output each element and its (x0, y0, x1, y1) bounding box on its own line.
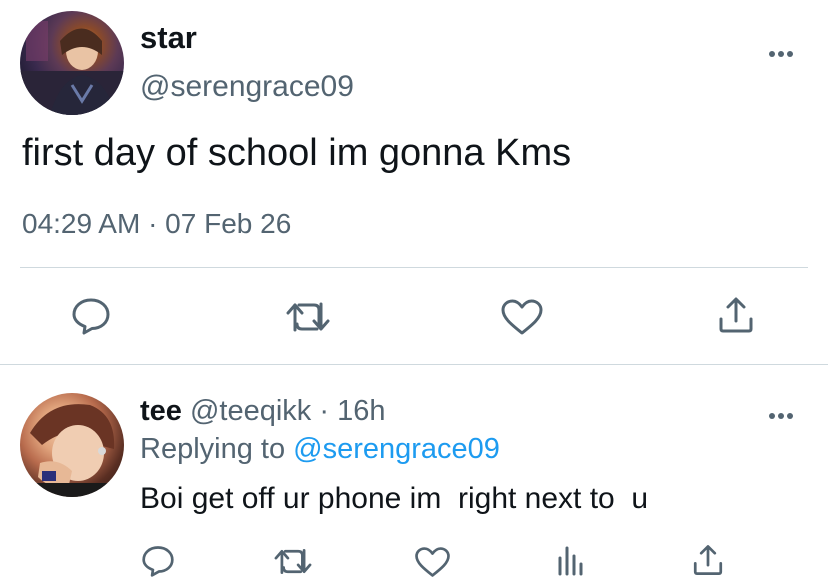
more-icon[interactable] (768, 38, 794, 64)
avatar-image (20, 21, 124, 115)
avatar-image (20, 404, 124, 497)
like-icon (501, 299, 543, 335)
like-icon (415, 547, 450, 577)
tweet-text: first day of school im gonna Kms (22, 132, 572, 174)
retweet-icon (286, 302, 330, 332)
reply-display-name[interactable]: tee (140, 395, 182, 427)
replying-to: Replying to @serengrace09 (140, 433, 500, 466)
like-button[interactable] (500, 298, 544, 336)
replying-prefix: Replying to (140, 433, 286, 465)
user-handle[interactable]: @serengrace09 (140, 70, 354, 104)
reply-button[interactable] (141, 545, 175, 577)
share-icon (693, 545, 723, 575)
separator: · (319, 395, 330, 427)
reply-header: tee @teeqikk · 16h (140, 395, 386, 428)
analytics-button[interactable] (556, 544, 586, 578)
divider (0, 364, 828, 365)
display-name[interactable]: star (140, 20, 197, 56)
replying-to-mention[interactable]: @serengrace09 (293, 433, 500, 465)
reply-icon (142, 546, 174, 577)
retweet-button[interactable] (286, 300, 330, 334)
reply-text: Boi get off ur phone im right next to u (140, 482, 649, 515)
like-button[interactable] (414, 546, 451, 578)
share-button[interactable] (716, 295, 756, 335)
reply-time[interactable]: 16h (337, 395, 385, 427)
retweet-icon (274, 549, 312, 574)
more-icon[interactable] (768, 400, 794, 426)
reply-handle[interactable]: @teeqikk (190, 395, 311, 427)
avatar[interactable] (20, 11, 124, 115)
reply-button[interactable] (71, 297, 111, 335)
analytics-icon (558, 546, 583, 576)
share-icon (719, 297, 753, 333)
tweet-timestamp[interactable]: 04:29 AM · 07 Feb 26 (22, 208, 291, 240)
reply-icon (72, 298, 110, 335)
share-button[interactable] (691, 543, 725, 577)
avatar[interactable] (20, 393, 124, 497)
divider (20, 267, 808, 268)
retweet-button[interactable] (274, 547, 312, 576)
